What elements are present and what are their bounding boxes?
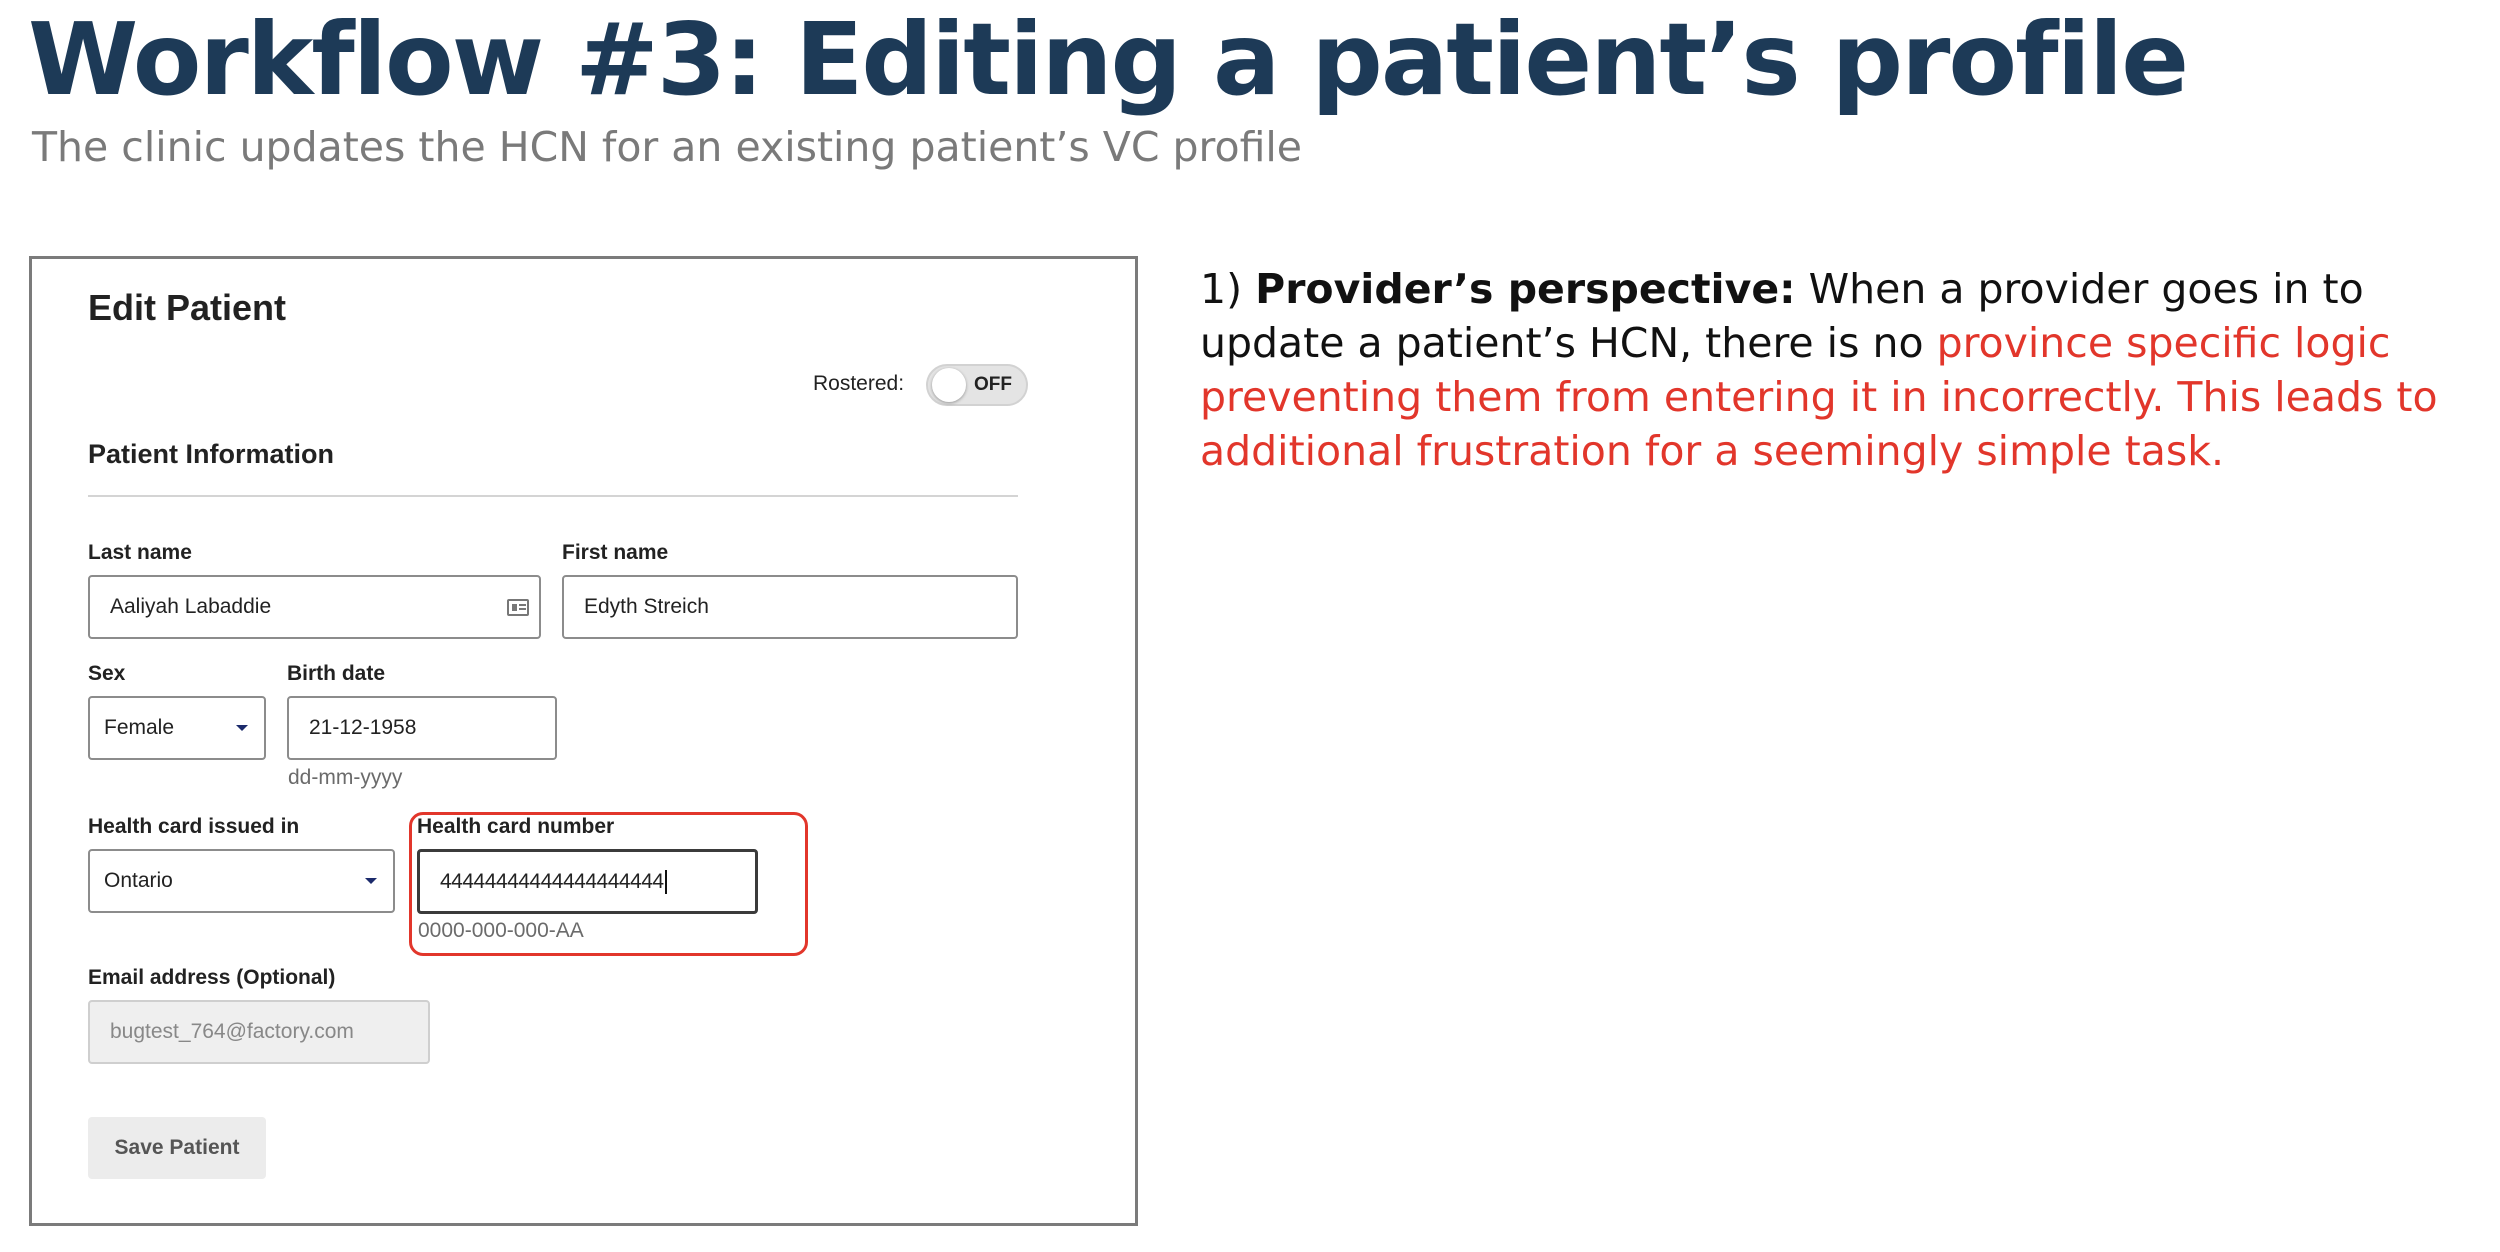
text-cursor [664,869,667,894]
sex-value: Female [104,716,175,739]
birth-date-input[interactable]: 21-12-1958 [287,696,557,760]
last-name-input[interactable]: Aaliyah Labaddie [88,575,541,639]
last-name-value: Aaliyah Labaddie [110,595,272,618]
slide-title: Workflow #3: Editing a patient’s profile [28,1,2189,118]
commentary-heading: Provider’s perspective: [1255,265,1796,313]
first-name-value: Edyth Streich [584,595,709,618]
birth-date-hint: dd-mm-yyyy [288,766,403,789]
commentary-number: 1) [1200,265,1243,313]
section-title: Patient Information [88,439,335,469]
toggle-state: OFF [974,374,1012,395]
birth-date-label: Birth date [287,662,386,685]
health-card-number-value: 44444444444444444444 [440,869,664,893]
sex-select[interactable]: Female [88,696,266,760]
rostered-toggle[interactable]: OFF [926,364,1028,406]
sex-label: Sex [88,662,126,685]
chevron-down-icon [236,725,248,731]
contact-card-icon[interactable] [507,598,529,616]
health-card-number-hint: 0000-000-000-AA [418,919,584,942]
section-divider [88,495,1018,497]
toggle-knob [932,368,966,402]
form-title: Edit Patient [88,287,287,328]
first-name-label: First name [562,541,669,564]
rostered-label: Rostered: [813,372,905,395]
email-input: bugtest_764@factory.com [88,1000,430,1064]
last-name-label: Last name [88,541,192,564]
chevron-down-icon [365,878,377,884]
health-card-number-input[interactable]: 44444444444444444444 [417,849,758,914]
edit-patient-screenshot: Edit Patient Rostered: OFF Patient Infor… [29,256,1138,1226]
slide-subtitle: The clinic updates the HCN for an existi… [32,123,1303,171]
health-card-province-label: Health card issued in [88,815,300,838]
commentary-text: 1) Provider’s perspective: When a provid… [1200,262,2480,478]
health-card-province-select[interactable]: Ontario [88,849,395,913]
save-patient-button[interactable]: Save Patient [88,1117,266,1179]
health-card-number-label: Health card number [417,815,615,838]
first-name-input[interactable]: Edyth Streich [562,575,1018,639]
email-label: Email address (Optional) [88,966,336,989]
health-card-province-value: Ontario [104,869,173,892]
email-value: bugtest_764@factory.com [110,1020,354,1043]
birth-date-value: 21-12-1958 [309,716,417,739]
